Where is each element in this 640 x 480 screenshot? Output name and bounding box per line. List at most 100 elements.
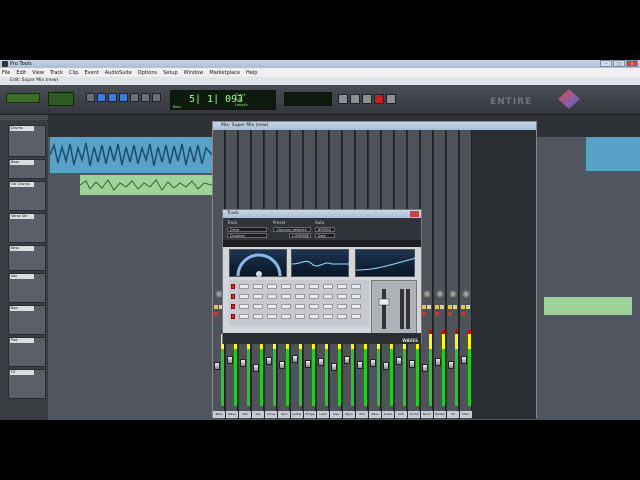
- param-field[interactable]: [337, 314, 347, 319]
- param-field[interactable]: [337, 284, 347, 289]
- channel-name[interactable]: Bass: [213, 411, 225, 418]
- pan-knob[interactable]: [449, 290, 457, 298]
- param-field[interactable]: [267, 314, 277, 319]
- param-field[interactable]: [281, 314, 291, 319]
- channel-name[interactable]: Guitar: [291, 411, 303, 418]
- trim-tool-button[interactable]: [97, 93, 106, 102]
- channel-name[interactable]: Master: [434, 411, 446, 418]
- volume-fader[interactable]: [461, 356, 467, 364]
- volume-fader[interactable]: [370, 359, 376, 367]
- record-arm-button[interactable]: [422, 312, 426, 316]
- channel-name[interactable]: FX: [447, 411, 459, 418]
- param-field[interactable]: [253, 294, 263, 299]
- channel-strip[interactable]: Main: [460, 130, 472, 419]
- mute-button[interactable]: [466, 305, 470, 309]
- play-button[interactable]: [350, 94, 360, 104]
- volume-fader[interactable]: [227, 356, 233, 364]
- menu-event[interactable]: Event: [84, 70, 98, 76]
- track-name[interactable]: Verse Gtr: [10, 214, 34, 219]
- main-counter[interactable]: 5| 1| 093 Main Start End Length: [170, 90, 276, 110]
- track-header[interactable]: Keys: [8, 245, 46, 271]
- volume-fader[interactable]: [318, 358, 324, 366]
- volume-fader[interactable]: [448, 361, 454, 369]
- safe-button[interactable]: Safe: [315, 233, 335, 238]
- pan-knob[interactable]: [436, 290, 444, 298]
- param-field[interactable]: [351, 284, 361, 289]
- param-field[interactable]: [295, 294, 305, 299]
- param-field[interactable]: [267, 304, 277, 309]
- menu-marketplace[interactable]: Marketplace: [209, 70, 240, 76]
- param-field[interactable]: [239, 314, 249, 319]
- insert-selector[interactable]: Doubled: [227, 233, 267, 238]
- maximize-button[interactable]: □: [613, 60, 625, 67]
- zoom-display[interactable]: [48, 92, 74, 106]
- record-arm-button[interactable]: [461, 312, 465, 316]
- channel-name[interactable]: Brdge: [304, 411, 316, 418]
- zoom-tool-button[interactable]: [86, 93, 95, 102]
- track-name[interactable]: Keys: [10, 246, 34, 251]
- volume-fader[interactable]: [279, 361, 285, 369]
- param-field[interactable]: [295, 284, 305, 289]
- menu-help[interactable]: Help: [246, 70, 257, 76]
- record-arm-button[interactable]: [214, 312, 218, 316]
- close-icon[interactable]: [410, 211, 419, 217]
- selector-tool-button[interactable]: [108, 93, 117, 102]
- minimize-button[interactable]: –: [600, 60, 612, 67]
- volume-fader[interactable]: [253, 364, 259, 372]
- bypass-button[interactable]: BYPASS: [315, 227, 335, 232]
- track-header[interactable]: Bass: [8, 159, 46, 179]
- mute-button[interactable]: [440, 305, 444, 309]
- track-name[interactable]: Gtr Chorus: [10, 182, 34, 187]
- close-button[interactable]: ×: [626, 60, 638, 67]
- param-field[interactable]: [267, 284, 277, 289]
- param-field[interactable]: [253, 314, 263, 319]
- param-field[interactable]: [323, 284, 333, 289]
- menu-track[interactable]: Track: [50, 70, 63, 76]
- channel-name[interactable]: Kick: [395, 411, 407, 418]
- audio-region[interactable]: [544, 297, 632, 315]
- volume-fader[interactable]: [214, 362, 220, 370]
- channel-name[interactable]: Bass: [369, 411, 381, 418]
- param-field[interactable]: [281, 294, 291, 299]
- param-field[interactable]: [337, 304, 347, 309]
- band-toggle[interactable]: [231, 304, 235, 309]
- track-name[interactable]: Bass: [10, 160, 34, 165]
- param-field[interactable]: [295, 304, 305, 309]
- track-selector[interactable]: Drive: [227, 227, 267, 232]
- channel-strip[interactable]: Master: [434, 130, 446, 419]
- menu-options[interactable]: Options: [138, 70, 157, 76]
- record-button[interactable]: [374, 94, 384, 104]
- volume-fader[interactable]: [240, 359, 246, 367]
- eq-curve-display[interactable]: [291, 249, 350, 277]
- grabber-tool-button[interactable]: [119, 93, 128, 102]
- audio-region[interactable]: [586, 137, 640, 171]
- compare-button[interactable]: COMPARE: [289, 233, 311, 238]
- solo-button[interactable]: [422, 305, 426, 309]
- param-field[interactable]: [351, 314, 361, 319]
- track-header[interactable]: Gtr Chorus: [8, 181, 46, 211]
- loop-button[interactable]: [386, 94, 396, 104]
- track-header[interactable]: Vox: [8, 273, 46, 303]
- channel-name[interactable]: Ovrhd: [408, 411, 420, 418]
- volume-fader[interactable]: [344, 356, 350, 364]
- volume-fader[interactable]: [409, 360, 415, 368]
- mode-display[interactable]: [6, 93, 40, 103]
- menu-setup[interactable]: Setup: [163, 70, 178, 76]
- stop-button[interactable]: [338, 94, 348, 104]
- param-field[interactable]: [253, 304, 263, 309]
- volume-fader[interactable]: [383, 362, 389, 370]
- track-header[interactable]: FX: [8, 369, 46, 399]
- output-curve-display[interactable]: [355, 249, 417, 277]
- volume-fader[interactable]: [305, 360, 311, 368]
- solo-button[interactable]: [448, 305, 452, 309]
- pencil-tool-button[interactable]: [141, 93, 150, 102]
- param-field[interactable]: [309, 294, 319, 299]
- channel-name[interactable]: Main: [460, 411, 472, 418]
- track-name[interactable]: Bgv: [10, 306, 34, 311]
- menu-view[interactable]: View: [32, 70, 44, 76]
- channel-name[interactable]: Vox: [252, 411, 264, 418]
- channel-strip[interactable]: Room: [421, 130, 433, 419]
- param-field[interactable]: [351, 294, 361, 299]
- track-header[interactable]: Drums: [8, 125, 46, 157]
- record-arm-button[interactable]: [435, 312, 439, 316]
